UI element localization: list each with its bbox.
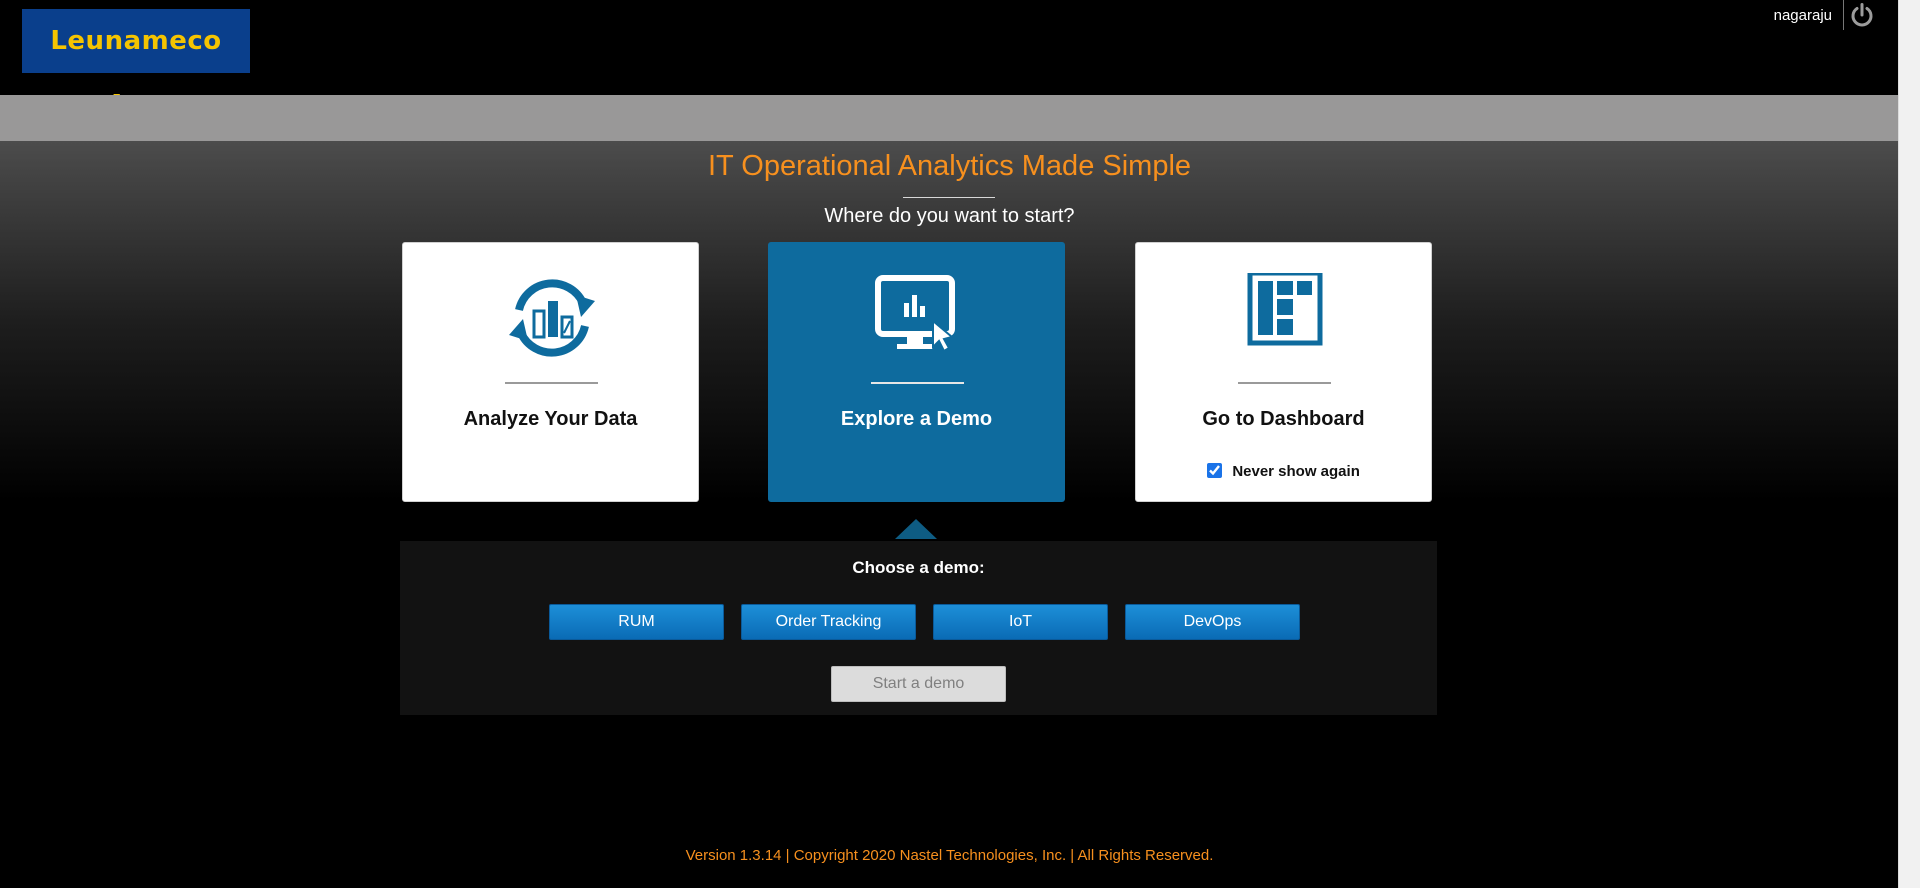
demo-chooser-title: Choose a demo:: [852, 558, 985, 577]
username-label: nagaraju: [1773, 7, 1832, 24]
title-divider: [903, 197, 995, 198]
card-divider: [871, 382, 964, 384]
active-card-pointer: [895, 519, 937, 539]
demo-chooser-panel: Choose a demo: RUM Order Tracking IoT De…: [400, 541, 1437, 715]
refresh-chart-icon: [509, 279, 595, 357]
welcome-main: IT Operational Analytics Made Simple Whe…: [0, 141, 1899, 888]
never-show-checkbox[interactable]: [1207, 463, 1223, 478]
power-icon[interactable]: [1849, 2, 1875, 28]
page-subtitle: Where do you want to start?: [824, 205, 1075, 227]
page-title: IT Operational Analytics Made Simple: [707, 150, 1192, 182]
explore-demo-card[interactable]: Explore a Demo: [768, 242, 1065, 502]
analyze-data-card[interactable]: Analyze Your Data: [402, 242, 699, 502]
dashboard-label: Go to Dashboard: [1202, 408, 1365, 430]
page: Leunameco App nagaraju IT Operational An…: [0, 0, 1920, 888]
vertical-scrollbar[interactable]: [1898, 0, 1920, 888]
demo-iot-button[interactable]: IoT: [933, 604, 1108, 640]
card-divider: [1238, 382, 1331, 384]
analyze-data-label: Analyze Your Data: [463, 408, 638, 430]
never-show-again: Never show again: [1136, 463, 1431, 480]
never-show-label: Never show again: [1232, 463, 1360, 480]
app-header: Leunameco App nagaraju: [0, 0, 1899, 120]
app-logo[interactable]: Leunameco App: [22, 9, 250, 120]
start-demo-button[interactable]: Start a demo: [831, 666, 1006, 702]
explore-demo-label: Explore a Demo: [840, 408, 993, 430]
footer-copyright: Version 1.3.14 | Copyright 2020 Nastel T…: [685, 847, 1214, 864]
header-divider: [1843, 0, 1844, 30]
demo-devops-button[interactable]: DevOps: [1125, 604, 1300, 640]
toolbar-strip: [0, 95, 1899, 141]
demo-order-tracking-button[interactable]: Order Tracking: [741, 604, 916, 640]
demo-rum-button[interactable]: RUM: [549, 604, 724, 640]
dashboard-card[interactable]: Go to Dashboard Never show again: [1135, 242, 1432, 502]
card-divider: [505, 382, 598, 384]
monitor-cursor-icon: [875, 275, 955, 353]
dashboard-layout-icon: [1247, 273, 1323, 346]
